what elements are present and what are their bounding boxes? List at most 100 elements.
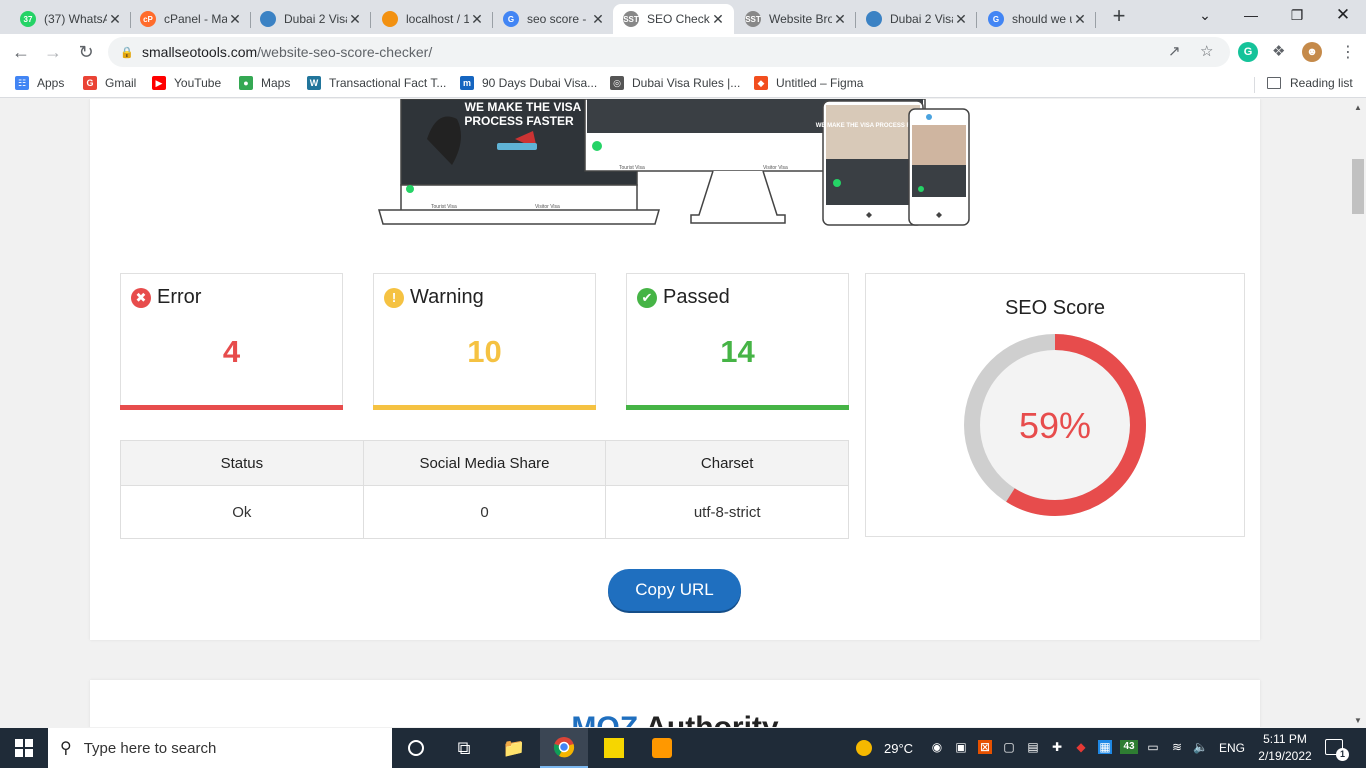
- scroll-up-arrow-icon[interactable]: ▲: [1354, 103, 1362, 112]
- forward-button[interactable]: →: [41, 40, 65, 64]
- tray-badge-icon[interactable]: 43: [1120, 740, 1138, 754]
- bookmark-4[interactable]: ● Maps: [239, 76, 290, 90]
- tray-app-icon[interactable]: ▦: [1098, 740, 1112, 754]
- tab-close-icon[interactable]: ✕: [710, 11, 726, 28]
- tab-5[interactable]: Gseo score - Google✕: [493, 4, 614, 34]
- stat-value: 10: [467, 334, 502, 369]
- tab-7[interactable]: SST Website Broken✕: [735, 4, 856, 34]
- stat-label-text: Warning: [410, 286, 484, 308]
- wordpress-icon: W: [307, 76, 321, 90]
- tab-6[interactable]: SST SEO Checker✕: [613, 4, 734, 34]
- tray-camera-icon[interactable]: ▣: [954, 740, 968, 754]
- tab-close-icon[interactable]: ✕: [953, 11, 969, 28]
- reading-list-button[interactable]: Reading list: [1267, 76, 1353, 90]
- tab-4[interactable]: localhost / 127✕: [372, 4, 493, 34]
- page-scrollbar[interactable]: ▲ ▼: [1350, 99, 1366, 727]
- pma-icon: [382, 11, 398, 27]
- stat-color-bar: [120, 405, 343, 410]
- scrollbar-thumb[interactable]: [1352, 159, 1364, 214]
- google-icon: G: [83, 76, 97, 90]
- tab-close-icon[interactable]: ✕: [107, 11, 123, 28]
- tab-search-chevron-icon[interactable]: ⌄: [1182, 0, 1228, 30]
- stat-value: 4: [222, 334, 241, 369]
- grammarly-extension-icon[interactable]: G: [1238, 42, 1258, 62]
- tab-8[interactable]: Dubai 2 Visa ✕: [856, 4, 977, 34]
- start-button[interactable]: [0, 728, 48, 768]
- sticky-notes-icon[interactable]: [590, 728, 638, 768]
- tab-title: SEO Checker: [647, 12, 710, 26]
- seo-score-panel: SEO Score 59%: [865, 273, 1245, 537]
- charset-header: Charset: [605, 440, 849, 486]
- tray-tool-icon[interactable]: ◉: [930, 740, 944, 754]
- bookmark-7[interactable]: ◎ Dubai Visa Rules |...: [610, 76, 740, 90]
- tab-close-icon[interactable]: ✕: [590, 11, 606, 28]
- file-explorer-icon[interactable]: 📁: [490, 728, 538, 768]
- bookmark-2[interactable]: G Gmail: [83, 76, 136, 90]
- new-tab-button[interactable]: +: [1108, 5, 1130, 28]
- tab-close-icon[interactable]: ✕: [1072, 11, 1088, 28]
- globe-icon: ◎: [610, 76, 624, 90]
- back-button[interactable]: ←: [9, 40, 33, 64]
- tab-close-icon[interactable]: ✕: [469, 11, 485, 28]
- extensions-puzzle-icon[interactable]: ❖: [1272, 42, 1285, 60]
- tab-title: cPanel - Main: [164, 12, 227, 26]
- close-window-button[interactable]: ✕: [1320, 0, 1366, 30]
- wifi-icon[interactable]: ≋: [1170, 740, 1184, 754]
- tray-xampp-icon[interactable]: ⊠: [978, 740, 992, 754]
- volume-icon[interactable]: 🔈: [1193, 740, 1208, 754]
- tab-1[interactable]: 37 (37) WhatsApp✕: [10, 4, 131, 34]
- tray-display-icon[interactable]: ▤: [1026, 740, 1040, 754]
- tab-9[interactable]: Gshould we use✕: [978, 4, 1096, 34]
- task-view-icon[interactable]: ⧉: [440, 728, 488, 768]
- weather-sun-icon[interactable]: [856, 740, 872, 756]
- reading-list-icon: [1267, 77, 1281, 89]
- moz-title-blue: MOZ: [571, 711, 638, 727]
- tray-screenshot-icon[interactable]: ▢: [1002, 740, 1016, 754]
- tab-close-icon[interactable]: ✕: [227, 11, 243, 28]
- copy-url-button[interactable]: Copy URL: [608, 569, 741, 611]
- laptop-headline-2: PROCESS FASTER: [464, 114, 574, 128]
- address-bar[interactable]: 🔒 smallseotools.com/website-seo-score-ch…: [108, 37, 1230, 67]
- minimize-button[interactable]: —: [1228, 0, 1274, 30]
- menu-kebab-icon[interactable]: ⋮: [1340, 42, 1356, 62]
- status-header: Status: [120, 440, 364, 486]
- bookmarks-bar: ☷ Apps G Gmail ▶ YouTube ● Maps W Transactional F…: [0, 70, 1366, 98]
- site-info-header-row: Status Social Media Share Charset: [120, 440, 849, 486]
- battery-icon[interactable]: ▭: [1146, 740, 1160, 754]
- system-clock[interactable]: 5:11 PM 2/19/2022: [1245, 731, 1325, 765]
- stat-label: ✔ Passed: [637, 286, 730, 309]
- taskbar-search-box[interactable]: ⚲ Type here to search: [48, 728, 392, 768]
- bookmark-label: YouTube: [174, 76, 222, 90]
- reload-button[interactable]: ↻: [74, 40, 98, 64]
- bookmark-6[interactable]: m 90 Days Dubai Visa...: [460, 76, 597, 90]
- cortana-icon[interactable]: [392, 728, 440, 768]
- notifications-icon[interactable]: 1: [1325, 739, 1349, 761]
- weather-temp[interactable]: 29°C: [884, 728, 913, 768]
- share-icon[interactable]: ↗: [1168, 42, 1181, 60]
- bookmark-star-icon[interactable]: ☆: [1200, 42, 1213, 60]
- sublime-text-icon[interactable]: [638, 728, 686, 768]
- scroll-down-arrow-icon[interactable]: ▼: [1354, 716, 1362, 725]
- language-indicator[interactable]: ENG: [1219, 728, 1245, 768]
- profile-avatar[interactable]: ☻: [1302, 42, 1322, 62]
- tray-network-share-icon[interactable]: ✚: [1050, 740, 1064, 754]
- tab-close-icon[interactable]: ✕: [832, 11, 848, 28]
- taskbar-search-placeholder: Type here to search: [83, 739, 217, 757]
- seo-score-gauge: 59%: [964, 334, 1146, 516]
- warning-exclamation-icon: !: [384, 287, 404, 308]
- bookmark-5[interactable]: W Transactional Fact T...: [307, 76, 446, 90]
- windows-taskbar: ⚲ Type here to search ⧉ 📁 29°C ◉ ▣ ⊠ ▢ ▤…: [0, 728, 1366, 768]
- restore-button[interactable]: ❐: [1274, 0, 1320, 30]
- check-icon: ✔: [637, 287, 657, 308]
- tab-3[interactable]: Dubai 2 Visa ✕: [250, 4, 371, 34]
- error-x-icon: ✖: [131, 287, 151, 308]
- laptop-headline-1: WE MAKE THE VISA: [465, 100, 582, 114]
- tray-shield-icon[interactable]: ◆: [1074, 740, 1088, 754]
- tab-close-icon[interactable]: ✕: [347, 11, 363, 28]
- tab-2[interactable]: cP cPanel - Main✕: [130, 4, 251, 34]
- bookmark-3[interactable]: ▶ YouTube: [152, 76, 221, 90]
- chrome-taskbar-icon[interactable]: [540, 728, 588, 768]
- notifications-count: 1: [1336, 748, 1349, 761]
- bookmark-8[interactable]: ◆ Untitled – Figma: [754, 76, 863, 90]
- bookmark-1[interactable]: ☷ Apps: [15, 76, 64, 90]
